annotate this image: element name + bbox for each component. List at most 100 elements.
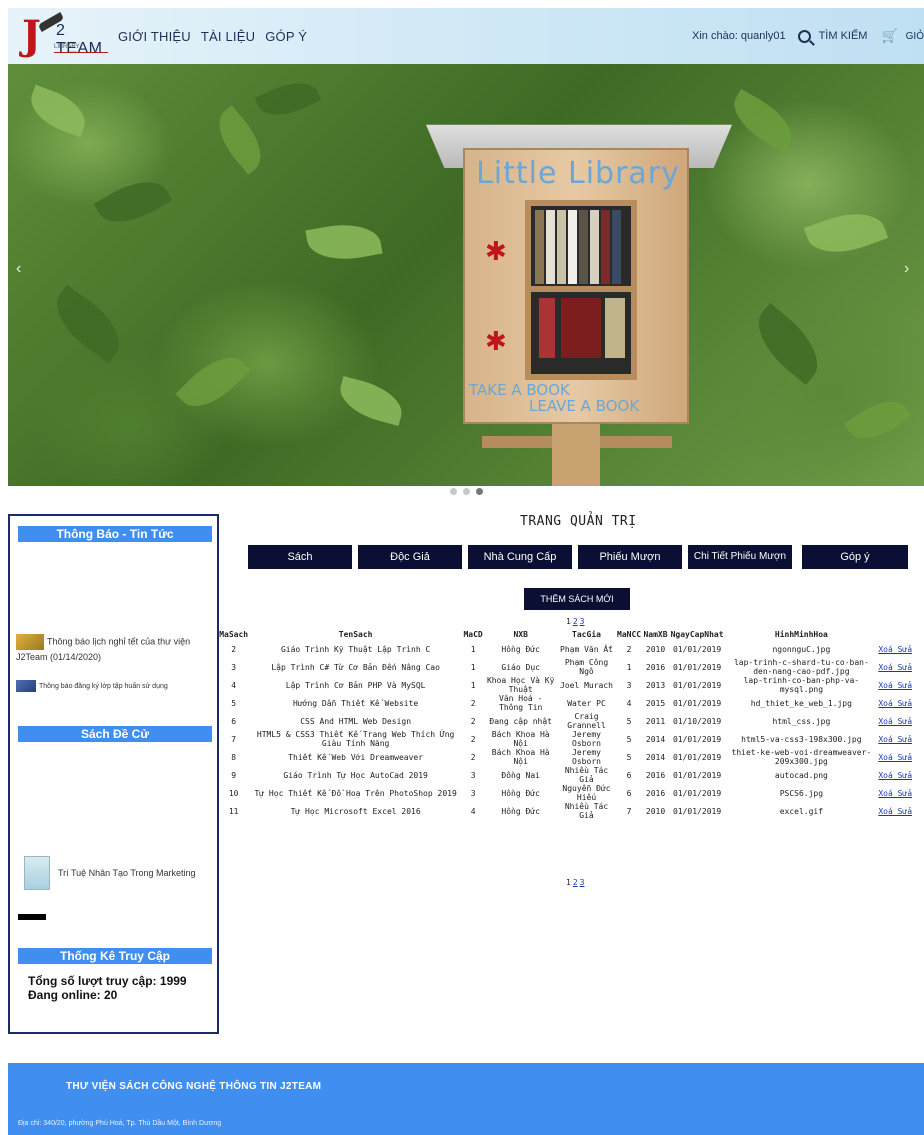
cell-tensach: Giáo Trình Tự Học AutoCad 2019 <box>283 770 428 780</box>
logo-subtitle: LIBRARY <box>54 44 108 53</box>
tab-loan-details[interactable]: Chi Tiết Phiếu Mượn <box>688 545 792 569</box>
table-row: 4 Lập Trình Cơ Bản PHP Và MySQL 1 Khoa Học … <box>218 676 924 694</box>
page-3-link[interactable]: 3 <box>580 617 585 626</box>
cell-masach: 5 <box>231 698 237 708</box>
carousel-dot-3-active[interactable] <box>476 488 483 495</box>
cell-ngaycapnhat: 01/10/2019 <box>672 716 722 726</box>
book-spine <box>546 210 555 284</box>
row-action-links[interactable]: Xoá Sửa <box>877 730 924 748</box>
cell-masach: 2 <box>231 644 237 654</box>
row-action-links[interactable]: Xoá Sửa <box>877 712 924 730</box>
cell-macd: 1 <box>470 662 476 672</box>
nav-documents[interactable]: TÀI LIỆU <box>201 29 255 44</box>
cell-tacgia: Phạm Văn Ất <box>560 644 613 654</box>
cell-nxb: Văn Hoá - Thông Tin <box>499 694 543 712</box>
table-row: 7 HTML5 & CSS3 Thiết Kế Trang Web Thích Ứ… <box>218 730 924 748</box>
pagination-bottom: 123 <box>566 878 586 887</box>
cell-tensach: Thiết Kế Web Với Dreamweaver <box>288 752 424 762</box>
cell-hinhminhhoa: excel.gif <box>779 806 824 816</box>
cell-mancc: 3 <box>626 680 632 690</box>
col-mancc: MaNCC <box>617 629 642 639</box>
cell-ngaycapnhat: 01/01/2019 <box>672 806 722 816</box>
tab-readers[interactable]: Độc Giả <box>358 545 462 569</box>
row-action-links[interactable]: Xoá Sửa <box>877 694 924 712</box>
tab-loans[interactable]: Phiếu Mượn <box>578 545 682 569</box>
cell-tensach: Lập Trình Cơ Bản PHP Và MySQL <box>285 680 426 690</box>
news-section-title: Thông Báo - Tin Tức <box>18 526 212 542</box>
row-action-links[interactable]: Xoá Sửa <box>877 640 924 658</box>
chevron-left-icon[interactable]: ‹ <box>16 260 21 278</box>
row-action-links[interactable]: Xoá Sửa <box>877 784 924 802</box>
add-book-button[interactable]: THÊM SÁCH MỚI <box>524 588 630 610</box>
cell-nxb: Hồng Đức <box>501 788 540 798</box>
row-action-links[interactable]: Xoá Sửa <box>877 802 924 820</box>
row-action-links[interactable]: Xoá Sửa <box>877 676 924 694</box>
cell-mancc: 5 <box>626 734 632 744</box>
row-action-links[interactable]: Xoá Sửa <box>877 748 924 766</box>
table-row: 10 Tự Học Thiết Kế Đồ Hoạ Trên PhotoShop … <box>218 784 924 802</box>
cell-tacgia: Phạm Công Ngô <box>564 658 609 676</box>
recommended-book-cover[interactable] <box>24 856 50 890</box>
recommended-section-title: Sách Đề Cử <box>18 726 212 742</box>
little-library-box: Little Library ✱ ✱ TAKE A BOOK LEAVE A B… <box>463 148 689 424</box>
cell-nxb: Giáo Dục <box>501 662 540 672</box>
cell-hinhminhhoa: html_css.jpg <box>772 716 831 726</box>
tab-books[interactable]: Sách <box>248 545 352 569</box>
cart-icon[interactable]: 🛒 <box>881 28 897 44</box>
cell-tensach: Hướng Dẫn Thiết Kế Website <box>293 698 419 708</box>
header-user-area: Xin chào: quanly01 TÌM KIẾM 🛒 GIỎ <box>692 28 924 44</box>
page-1: 1 <box>566 617 571 626</box>
cell-tacgia: Jeremy Osborn <box>572 748 601 766</box>
cell-macd: 1 <box>470 680 476 690</box>
greeting-text: Xin chào: quanly01 <box>692 30 786 42</box>
cell-namxb: 2014 <box>645 734 666 744</box>
cell-ngaycapnhat: 01/01/2019 <box>672 752 722 762</box>
table-row: 2 Giáo Trình Kỹ Thuật Lập Trình C 1 Hồng Đứ… <box>218 640 924 658</box>
cell-tacgia: Craig Grannell <box>567 712 606 730</box>
leaf-decoration <box>334 376 408 426</box>
leaf-decoration <box>23 84 93 138</box>
chevron-right-icon[interactable]: › <box>904 260 909 278</box>
site-logo[interactable]: J 2 TEAM LIBRARY <box>18 12 110 59</box>
col-tensach: TenSach <box>338 629 373 639</box>
nav-about[interactable]: GIỚI THIỆU <box>118 29 191 44</box>
recommended-book-title[interactable]: Trí Tuệ Nhân Tạo Trong Marketing <box>58 866 218 880</box>
cell-ngaycapnhat: 01/01/2019 <box>672 770 722 780</box>
cell-hinhminhhoa: html5-va-css3-198x300.jpg <box>741 734 862 744</box>
book-shelf <box>525 200 637 380</box>
news-item-text: Thông báo đăng ký lớp tập huấn sử dụng <box>39 683 168 690</box>
sign-line-2: LEAVE A BOOK <box>529 397 640 415</box>
page-2-link[interactable]: 2 <box>573 617 578 626</box>
row-action-links[interactable]: Xoá Sửa <box>877 766 924 784</box>
book-spine <box>568 210 577 284</box>
leaf-decoration <box>93 168 173 236</box>
news-item-1[interactable]: Thông báo lịch nghỉ tết của thư viện J2T… <box>16 634 212 664</box>
cell-masach: 3 <box>231 662 237 672</box>
visit-stats: Tổng số lượt truy cập: 1999 Đang online:… <box>28 974 187 1002</box>
page-2-link[interactable]: 2 <box>573 878 578 887</box>
news-item-2[interactable]: Thông báo đăng ký lớp tập huấn sử dụng <box>16 680 212 694</box>
page-3-link[interactable]: 3 <box>580 878 585 887</box>
search-link[interactable]: TÌM KIẾM <box>819 30 868 42</box>
cell-masach: 4 <box>231 680 237 690</box>
cell-hinhminhhoa: autocad.png <box>774 770 828 780</box>
cart-link[interactable]: GIỎ <box>906 31 924 42</box>
search-icon[interactable] <box>797 29 811 43</box>
carousel-dot-1[interactable] <box>450 488 457 495</box>
cell-ngaycapnhat: 01/01/2019 <box>672 734 722 744</box>
sign-text: TAKE A BOOK LEAVE A BOOK <box>469 382 639 414</box>
cell-nxb: Bách Khoa Hà Nội <box>491 748 550 766</box>
cell-tacgia: Nguyễn Đức Hiếu <box>562 784 611 802</box>
tab-feedback[interactable]: Góp ý <box>802 545 908 569</box>
carousel-indicators <box>450 488 483 495</box>
row-action-links[interactable]: Xoá Sửa <box>877 658 924 676</box>
cell-tensach: HTML5 & CSS3 Thiết Kế Trang Web Thích Ứn… <box>256 730 455 748</box>
leaf-decoration <box>744 302 832 386</box>
nav-feedback[interactable]: GÓP Ý <box>265 29 307 44</box>
leaf-decoration <box>254 72 322 126</box>
col-tacgia: TacGia <box>572 629 601 639</box>
logo-j-letter: J <box>22 12 41 59</box>
carousel-dot-2[interactable] <box>463 488 470 495</box>
cell-mancc: 1 <box>626 662 632 672</box>
tab-suppliers[interactable]: Nhà Cung Cấp <box>468 545 572 569</box>
